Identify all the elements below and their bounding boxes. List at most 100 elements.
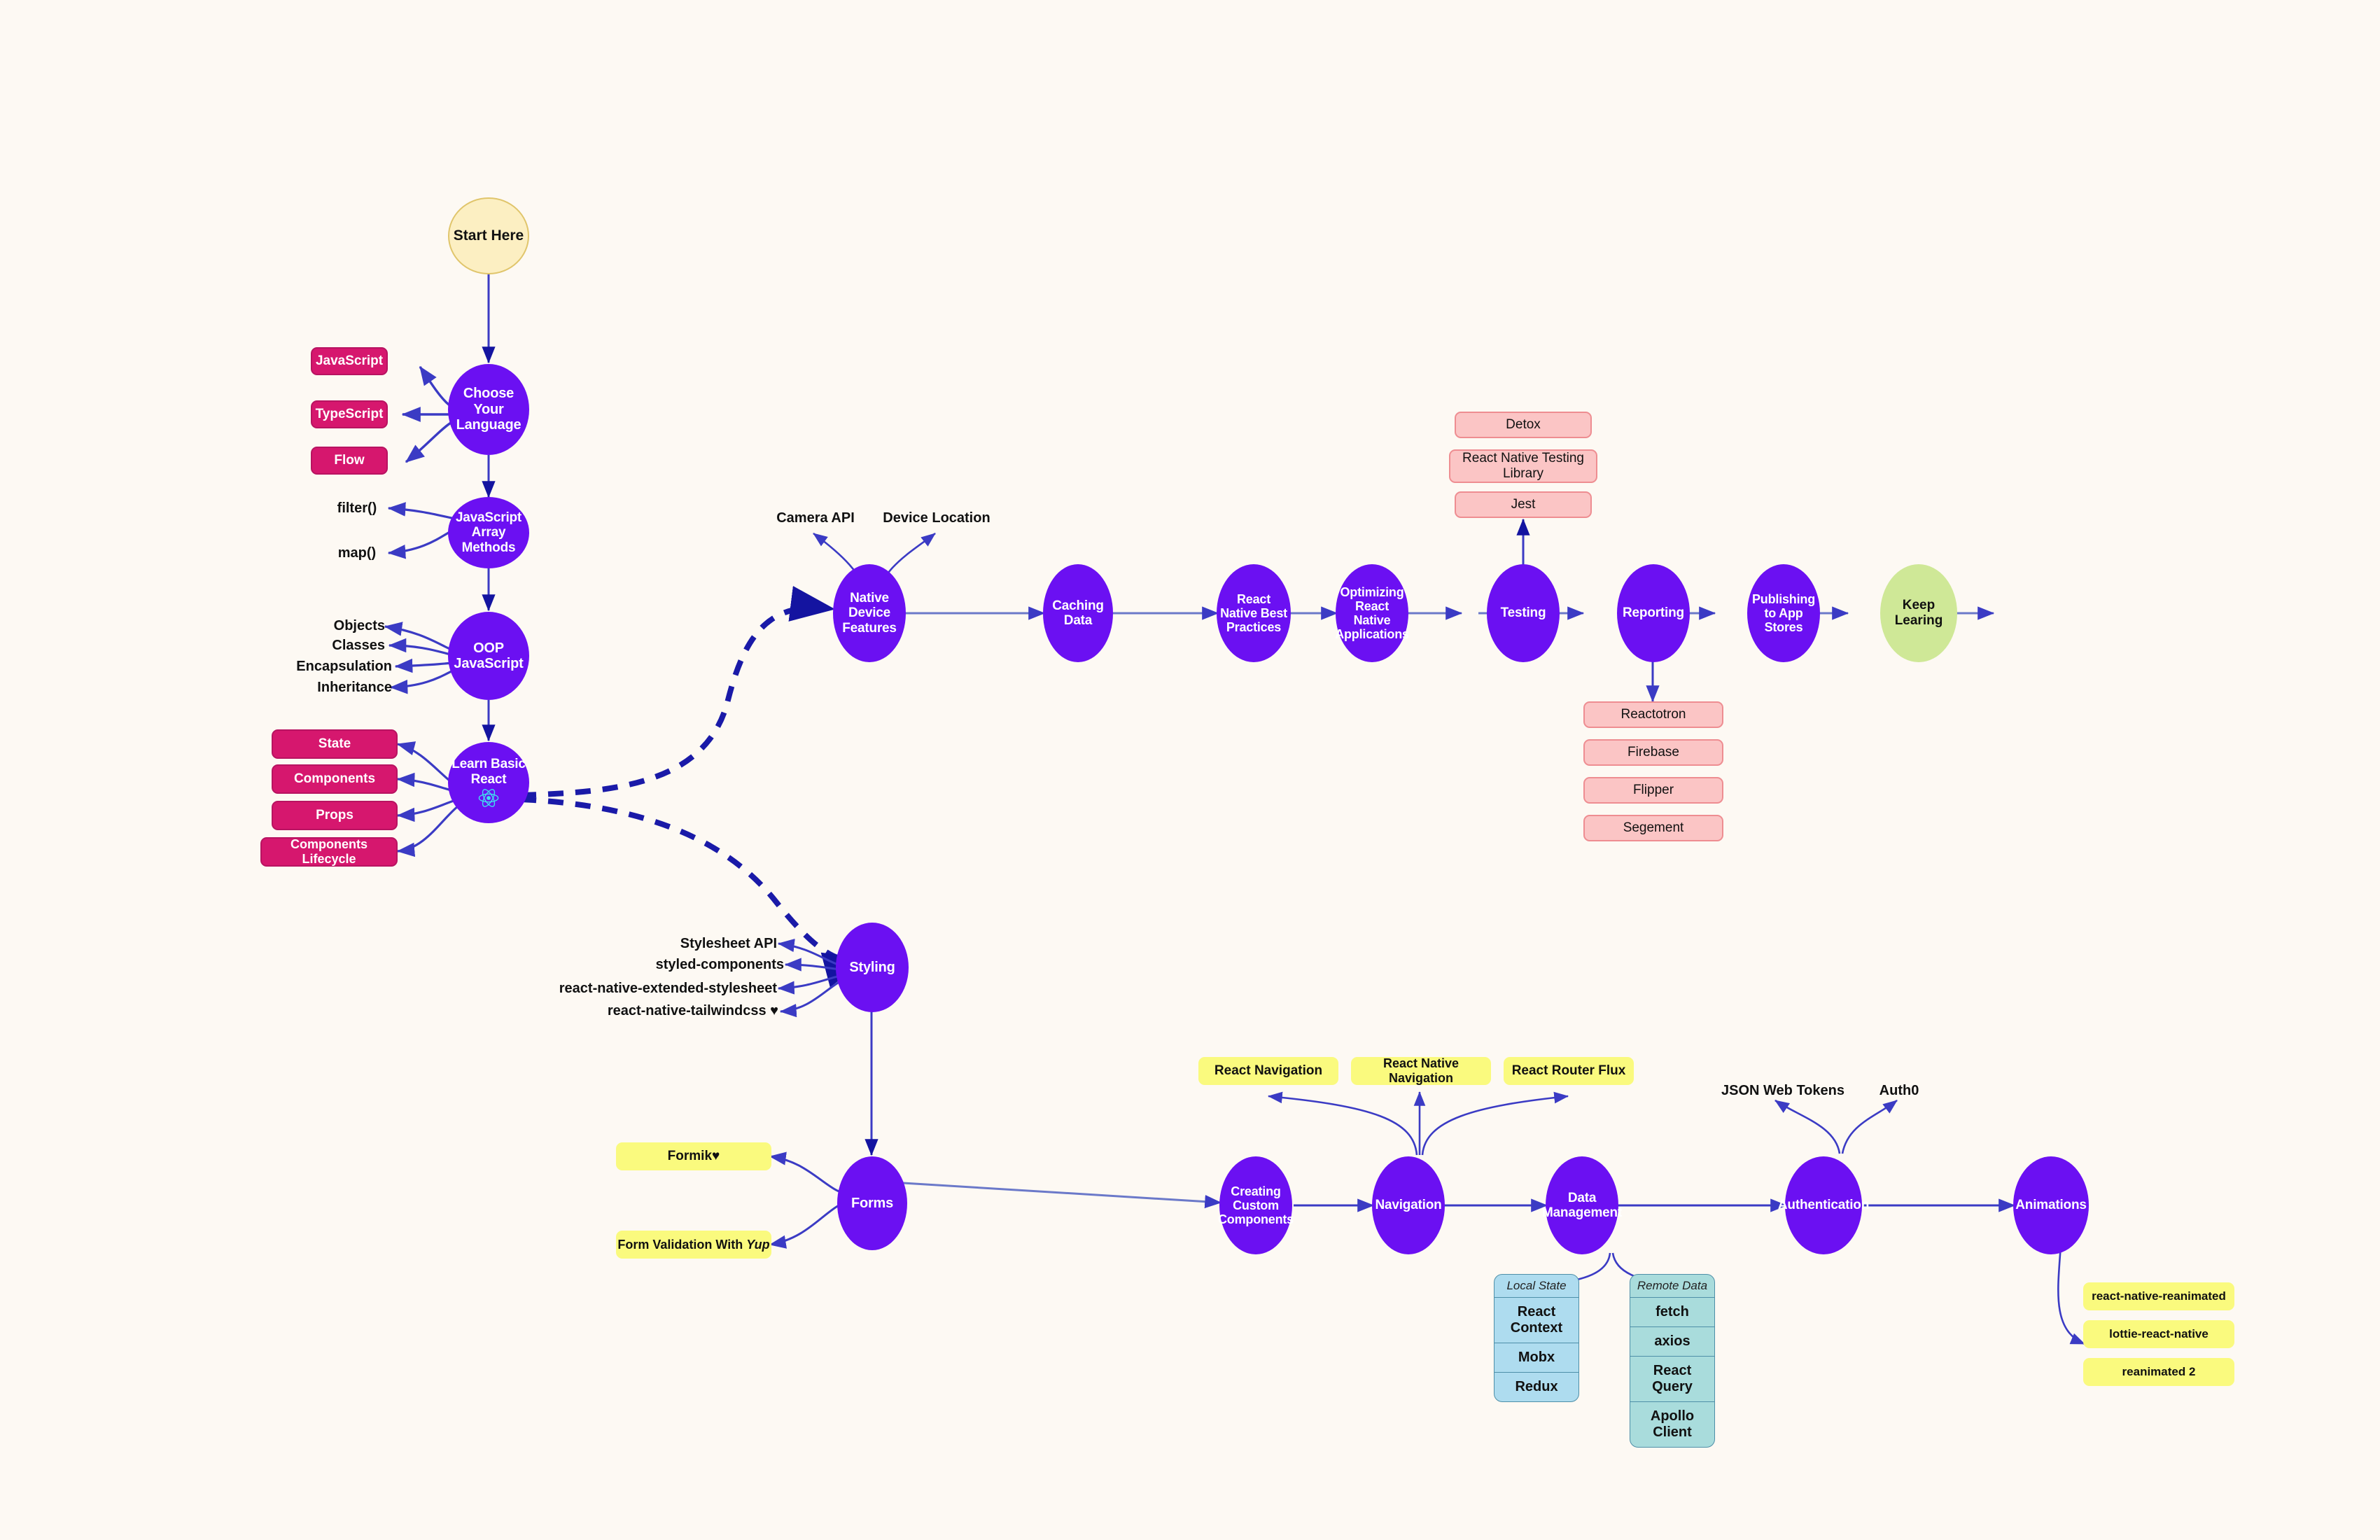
option-components-lifecycle[interactable]: Components Lifecycle	[260, 837, 398, 867]
option-state[interactable]: State	[272, 729, 398, 759]
label-camera-api: Camera API	[770, 508, 861, 528]
node-publishing-to-app-stores[interactable]: Publishing to App Stores	[1747, 564, 1820, 662]
node-react-native-best-practices[interactable]: React Native Best Practices	[1217, 564, 1291, 662]
label-oop-classes-text: Classes	[332, 637, 385, 653]
label-map-method: map()	[329, 543, 385, 563]
option-react-router-flux-label: React Router Flux	[1511, 1063, 1626, 1078]
node-reporting-label: Reporting	[1623, 606, 1684, 621]
label-json-web-tokens-text: JSON Web Tokens	[1721, 1082, 1844, 1098]
option-props-label: Props	[316, 808, 354, 822]
label-json-web-tokens: JSON Web Tokens	[1716, 1081, 1849, 1100]
option-react-native-navigation[interactable]: React Native Navigation	[1351, 1056, 1491, 1085]
tool-firebase[interactable]: Firebase	[1583, 739, 1723, 766]
label-stylesheet-api-text: Stylesheet API	[680, 935, 777, 951]
tool-segement[interactable]: Segement	[1583, 815, 1723, 841]
tool-segement-label: Segement	[1623, 820, 1684, 836]
option-lottie-react-native-label: lottie-react-native	[2109, 1327, 2208, 1340]
node-keep-learning[interactable]: Keep Learing	[1880, 564, 1957, 662]
card-local-state-item[interactable]: Mobx	[1494, 1343, 1578, 1373]
card-local-state: Local State React Context Mobx Redux	[1494, 1274, 1579, 1402]
tool-flipper[interactable]: Flipper	[1583, 777, 1723, 804]
label-oop-inheritance: Inheritance	[280, 678, 392, 697]
node-javascript-array-methods-label: JavaScript Array Methods	[455, 510, 522, 555]
node-data-management-label: Data Management	[1541, 1190, 1623, 1220]
label-auth0: Auth0	[1861, 1081, 1938, 1100]
option-typescript[interactable]: TypeScript	[311, 400, 388, 428]
option-react-navigation-label: React Navigation	[1214, 1063, 1323, 1078]
label-react-native-extended-stylesheet: react-native-extended-stylesheet	[553, 979, 777, 998]
node-navigation-label: Navigation	[1375, 1198, 1442, 1213]
option-reanimated-2-label: reanimated 2	[2122, 1365, 2196, 1378]
node-testing-label: Testing	[1500, 606, 1546, 621]
node-native-device-features-label: Native Device Features	[842, 591, 897, 636]
node-native-device-features[interactable]: Native Device Features	[833, 564, 906, 662]
card-local-state-header: Local State	[1494, 1275, 1578, 1298]
option-react-native-navigation-label: React Native Navigation	[1382, 1056, 1460, 1085]
node-choose-your-language-label: Choose Your Language	[456, 386, 522, 433]
node-authentication[interactable]: Authentication	[1778, 1156, 1869, 1254]
tool-jest[interactable]: Jest	[1455, 491, 1592, 518]
label-auth0-text: Auth0	[1879, 1082, 1919, 1098]
tool-react-native-testing-library-label: React Native Testing Library	[1462, 451, 1584, 481]
option-javascript[interactable]: JavaScript	[311, 347, 388, 375]
tool-jest-label: Jest	[1511, 497, 1536, 512]
node-styling[interactable]: Styling	[836, 923, 909, 1012]
label-oop-encapsulation-text: Encapsulation	[296, 658, 392, 674]
node-animations[interactable]: Animations	[2013, 1156, 2089, 1254]
node-keep-learning-label: Keep Learing	[1894, 598, 1943, 628]
node-data-management[interactable]: Data Management	[1542, 1156, 1622, 1254]
option-form-validation-with-yup[interactable]: Form Validation With Yup	[616, 1231, 771, 1259]
node-styling-label: Styling	[849, 959, 895, 975]
node-animations-label: Animations	[2015, 1198, 2087, 1213]
node-caching-data[interactable]: Caching Data	[1043, 564, 1113, 662]
option-flow-label: Flow	[334, 453, 365, 468]
node-javascript-array-methods[interactable]: JavaScript Array Methods	[448, 497, 529, 568]
node-choose-your-language[interactable]: Choose Your Language	[448, 364, 529, 455]
label-react-native-tailwindcss: react-native-tailwindcss ♥	[581, 1001, 778, 1021]
label-map-method-text: map()	[337, 545, 377, 561]
label-camera-api-text: Camera API	[776, 510, 855, 526]
card-remote-data-item[interactable]: fetch	[1630, 1298, 1714, 1327]
node-forms-label: Forms	[850, 1195, 894, 1211]
node-publishing-to-app-stores-label: Publishing to App Stores	[1752, 592, 1815, 635]
node-oop-javascript[interactable]: OOP JavaScript	[448, 612, 529, 700]
option-formik[interactable]: Formik♥	[616, 1142, 771, 1170]
node-reporting[interactable]: Reporting	[1617, 564, 1690, 662]
node-optimizing-react-native-applications-label: Optimizing React Native Applications	[1335, 584, 1409, 642]
label-oop-objects-text: Objects	[333, 617, 385, 634]
tool-detox-label: Detox	[1506, 417, 1541, 433]
option-react-navigation[interactable]: React Navigation	[1198, 1057, 1338, 1085]
option-components[interactable]: Components	[272, 764, 398, 794]
label-filter-method-text: filter()	[337, 500, 377, 516]
node-learn-basic-react[interactable]: Learn Basic React	[448, 742, 529, 823]
roadmap-canvas: Start Here Choose Your Language JavaScri…	[0, 0, 2380, 1540]
node-creating-custom-components[interactable]: Creating Custom Components	[1218, 1156, 1294, 1254]
tool-firebase-label: Firebase	[1628, 745, 1679, 760]
tool-react-native-testing-library[interactable]: React Native Testing Library	[1449, 449, 1597, 483]
label-styled-components: styled-components	[637, 955, 784, 974]
card-local-state-item[interactable]: Redux	[1494, 1373, 1578, 1401]
card-remote-data-item[interactable]: React Query	[1630, 1357, 1714, 1402]
option-react-native-reanimated[interactable]: react-native-reanimated	[2083, 1282, 2234, 1310]
option-reanimated-2[interactable]: reanimated 2	[2083, 1358, 2234, 1386]
node-start-here[interactable]: Start Here	[448, 197, 529, 274]
label-oop-objects: Objects	[294, 616, 385, 636]
card-remote-data-item[interactable]: axios	[1630, 1327, 1714, 1357]
node-learn-basic-react-label: Learn Basic React	[451, 757, 526, 787]
card-local-state-item[interactable]: React Context	[1494, 1298, 1578, 1343]
option-formik-label: Formik♥	[667, 1149, 720, 1163]
option-props[interactable]: Props	[272, 801, 398, 830]
option-react-router-flux[interactable]: React Router Flux	[1504, 1057, 1634, 1085]
option-flow[interactable]: Flow	[311, 447, 388, 475]
tool-reactotron[interactable]: Reactotron	[1583, 701, 1723, 728]
label-oop-encapsulation: Encapsulation	[273, 657, 392, 676]
card-remote-data-item[interactable]: Apollo Client	[1630, 1402, 1714, 1447]
node-testing[interactable]: Testing	[1487, 564, 1560, 662]
tool-flipper-label: Flipper	[1632, 783, 1674, 798]
node-navigation[interactable]: Navigation	[1372, 1156, 1445, 1254]
node-forms[interactable]: Forms	[837, 1156, 907, 1250]
node-optimizing-react-native-applications[interactable]: Optimizing React Native Applications	[1335, 564, 1409, 662]
label-stylesheet-api: Stylesheet API	[651, 934, 777, 953]
option-lottie-react-native[interactable]: lottie-react-native	[2083, 1320, 2234, 1348]
tool-detox[interactable]: Detox	[1455, 412, 1592, 438]
